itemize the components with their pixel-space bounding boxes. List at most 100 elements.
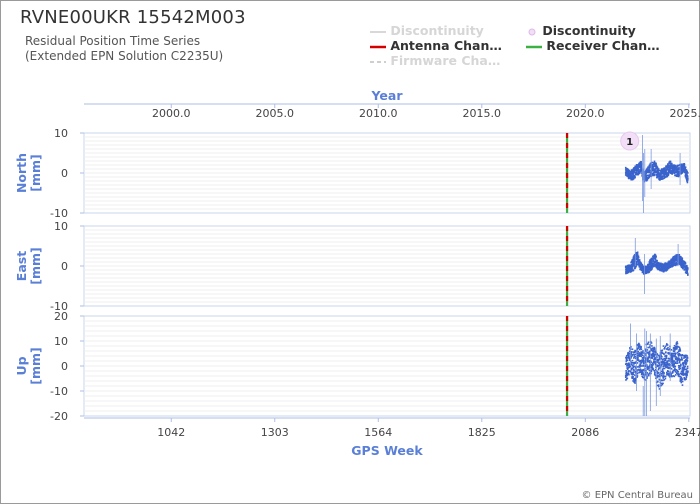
data-point — [678, 361, 681, 363]
data-point — [634, 176, 636, 179]
data-point — [676, 341, 678, 343]
data-point — [686, 357, 689, 359]
panel-ytick-label: 10 — [54, 335, 68, 348]
data-point — [633, 354, 636, 356]
data-point — [666, 364, 668, 367]
data-point — [640, 345, 642, 348]
data-point — [633, 369, 635, 371]
panel-ytick-label: 0 — [61, 167, 68, 180]
data-point — [653, 355, 656, 358]
data-point — [680, 356, 683, 359]
data-point — [637, 256, 640, 259]
data-point — [632, 373, 635, 376]
data-point — [633, 374, 636, 376]
data-point — [672, 369, 675, 372]
data-point — [631, 359, 634, 362]
data-point — [674, 365, 677, 368]
data-point — [681, 378, 684, 380]
data-point — [631, 267, 633, 269]
panel-ytick-label: 0 — [61, 360, 68, 373]
data-point — [636, 362, 639, 364]
data-point — [655, 162, 657, 165]
data-point — [630, 361, 633, 364]
data-point — [639, 172, 641, 174]
data-point — [679, 367, 682, 370]
bottom-axis-tick-label: 1303 — [261, 426, 289, 439]
data-point — [665, 357, 668, 360]
data-point — [652, 353, 655, 355]
panel-ytick-label: 20 — [54, 310, 68, 323]
data-point — [657, 385, 660, 388]
data-point — [657, 360, 660, 362]
data-point — [625, 362, 628, 365]
data-point — [637, 350, 640, 353]
bottom-axis-tick-label: 2086 — [571, 426, 599, 439]
panel-ytick-label: -20 — [50, 410, 68, 423]
data-point — [680, 364, 682, 367]
data-point — [633, 371, 635, 373]
data-point — [663, 353, 665, 355]
data-point — [647, 346, 649, 349]
data-point — [647, 358, 650, 360]
data-point — [641, 354, 644, 357]
data-point — [637, 168, 640, 171]
panel-ytick-label: 0 — [61, 260, 68, 273]
data-point — [650, 342, 653, 344]
data-point — [681, 384, 684, 386]
data-point — [636, 375, 639, 377]
data-point — [660, 357, 663, 360]
data-point — [675, 352, 677, 355]
data-point — [631, 353, 634, 356]
data-point — [675, 362, 677, 365]
data-point — [652, 363, 654, 366]
data-point — [662, 374, 665, 376]
data-point — [678, 254, 681, 256]
panel-north-ylabel: North [mm] — [14, 153, 43, 193]
data-point — [651, 161, 654, 164]
data-point — [653, 173, 656, 176]
data-point — [657, 168, 660, 170]
data-point — [653, 160, 656, 163]
data-point — [642, 350, 644, 352]
data-point — [687, 273, 689, 275]
data-point — [662, 345, 665, 347]
data-point — [686, 373, 688, 376]
data-point — [656, 353, 659, 355]
data-point — [661, 355, 663, 358]
data-point — [685, 363, 687, 366]
data-point — [685, 362, 688, 364]
data-point — [675, 372, 678, 374]
data-point — [638, 344, 641, 346]
data-point — [671, 358, 674, 361]
data-point — [646, 179, 649, 181]
data-point — [686, 270, 689, 273]
panel-up-ylabel: Up [mm] — [14, 347, 43, 384]
data-point — [637, 255, 640, 257]
panel-ytick-label: 10 — [54, 220, 68, 233]
data-point — [648, 168, 651, 170]
panel-ylabel-unit: [mm] — [28, 247, 43, 284]
data-point — [632, 269, 635, 272]
data-point — [687, 178, 689, 181]
data-point — [640, 348, 643, 351]
data-point — [676, 347, 678, 350]
data-point — [678, 357, 680, 360]
bottom-axis-tick-label: 1825 — [468, 426, 496, 439]
panel-ylabel-unit: [mm] — [28, 154, 43, 191]
data-point — [662, 365, 665, 368]
panel-ytick-label: -10 — [50, 207, 68, 220]
data-point — [634, 382, 636, 384]
data-point — [686, 359, 689, 362]
data-point — [663, 367, 666, 370]
data-point — [686, 354, 688, 357]
data-point — [626, 377, 629, 380]
data-point — [684, 365, 687, 368]
bottom-axis-tick-label: 2347 — [675, 426, 700, 439]
data-point — [681, 358, 683, 361]
data-point — [662, 358, 664, 360]
data-point — [626, 359, 629, 362]
data-point — [654, 348, 656, 350]
data-point — [628, 356, 630, 358]
data-point — [680, 370, 683, 373]
panel-ylabel-name: North — [14, 153, 29, 193]
